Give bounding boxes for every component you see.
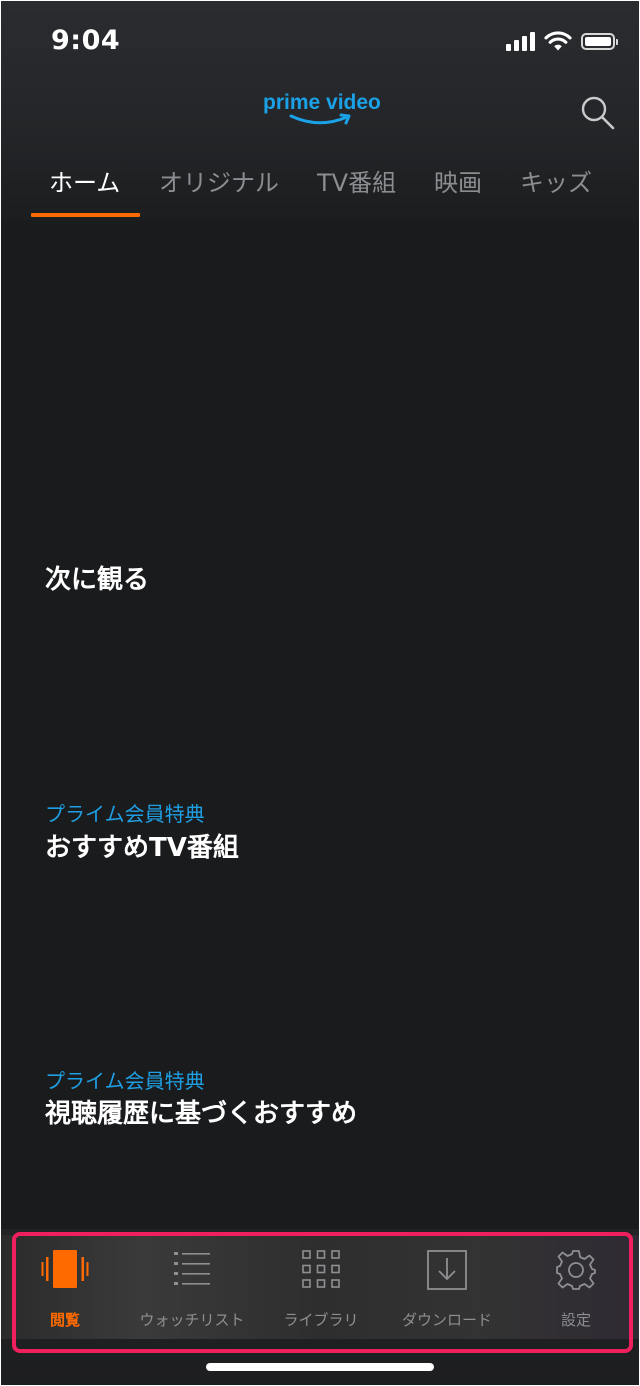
nav-library-label: ライブラリ	[283, 1311, 359, 1329]
section-subtitle-prime-benefit-2: プライム会員特典	[45, 1069, 205, 1093]
search-icon	[581, 96, 615, 130]
nav-browse[interactable]: 閲覧	[15, 1235, 115, 1339]
library-icon	[302, 1250, 340, 1288]
section-title-recommended-tv: おすすめTV番組	[45, 833, 239, 863]
tab-tv-shows[interactable]: TV番組	[317, 163, 396, 198]
status-time: 9:04	[51, 25, 121, 56]
tab-home[interactable]: ホーム	[49, 163, 120, 198]
wifi-icon	[544, 30, 572, 50]
section-subtitle-prime-benefit: プライム会員特典	[45, 802, 205, 826]
battery-icon	[581, 32, 618, 50]
category-tabs: ホーム オリジナル TV番組 映画 キッズ	[1, 151, 639, 221]
tab-movies[interactable]: 映画	[434, 163, 482, 198]
nav-download[interactable]: ダウンロード	[387, 1235, 507, 1339]
gear-icon	[556, 1250, 596, 1290]
section-title-up-next: 次に観る	[45, 565, 150, 595]
watchlist-icon	[174, 1252, 210, 1285]
tab-kids[interactable]: キッズ	[520, 163, 592, 198]
download-icon	[427, 1250, 467, 1290]
nav-library[interactable]: ライブラリ	[271, 1235, 371, 1339]
search-button[interactable]	[579, 94, 617, 132]
bottom-nav-bar: 閲覧 ウォッチリスト ライブラリ ダウンロード 設定	[1, 1235, 639, 1339]
nav-watchlist[interactable]: ウォッチリスト	[128, 1235, 256, 1339]
nav-settings[interactable]: 設定	[526, 1235, 626, 1339]
nav-download-label: ダウンロード	[401, 1311, 493, 1329]
tab-originals[interactable]: オリジナル	[159, 163, 279, 198]
smile-arrow-icon	[289, 113, 351, 125]
nav-watchlist-label: ウォッチリスト	[139, 1311, 245, 1329]
nav-settings-label: 設定	[560, 1311, 592, 1329]
cellular-signal-icon	[506, 31, 535, 51]
app-screen: 9:04 prime video ホーム オリジナル TV番組 映画 キッズ 次…	[1, 1, 639, 1385]
prime-video-logo: prime video	[263, 91, 381, 133]
home-indicator[interactable]	[206, 1363, 434, 1371]
active-tab-indicator	[31, 213, 140, 217]
status-icons	[506, 29, 618, 53]
brand-name: prime video	[263, 91, 381, 114]
browse-icon	[41, 1250, 89, 1288]
bottom-navigation: 閲覧 ウォッチリスト ライブラリ ダウンロード 設定	[1, 1229, 639, 1385]
nav-browse-label: 閲覧	[49, 1311, 81, 1329]
section-title-history-recommendations: 視聴履歴に基づくおすすめ	[45, 1099, 358, 1129]
